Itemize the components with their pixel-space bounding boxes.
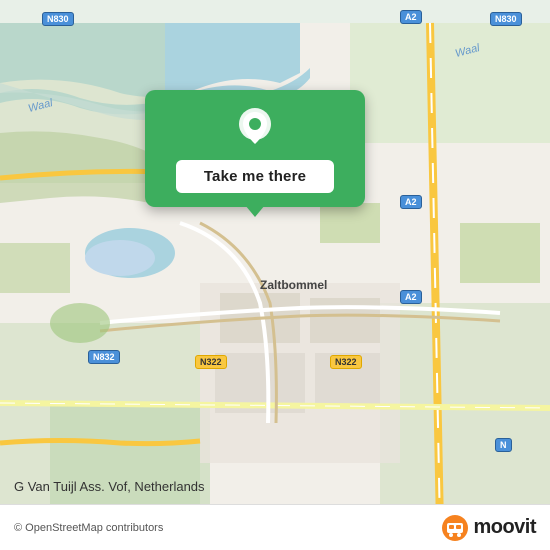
road-label-n322-right: N322 [330, 355, 362, 369]
take-me-there-button[interactable]: Take me there [176, 160, 334, 193]
city-label: Zaltbommel [260, 278, 327, 292]
road-label-a2-mid2: A2 [400, 290, 422, 304]
map-background [0, 0, 550, 550]
location-pin-icon [233, 106, 277, 150]
road-label-n-right: N [495, 438, 512, 452]
location-name: G Van Tuijl Ass. Vof, Netherlands [14, 479, 205, 494]
moovit-text: moovit [473, 516, 536, 539]
road-label-n832: N832 [88, 350, 120, 364]
attribution-text: © OpenStreetMap contributors [14, 522, 163, 534]
moovit-icon [441, 514, 469, 542]
road-label-n322-left: N322 [195, 355, 227, 369]
road-label-n830-top: N830 [490, 12, 522, 26]
map-container: N830 N830 N830 N832 N322 N322 A2 A2 A2 N… [0, 0, 550, 550]
bottom-bar: © OpenStreetMap contributors moovit [0, 504, 550, 550]
road-label-a2-mid: A2 [400, 195, 422, 209]
popup-card: Take me there [145, 90, 365, 207]
road-label-a2-top: A2 [400, 10, 422, 24]
moovit-logo: moovit [441, 514, 536, 542]
road-label-n830-left: N830 [42, 12, 74, 26]
